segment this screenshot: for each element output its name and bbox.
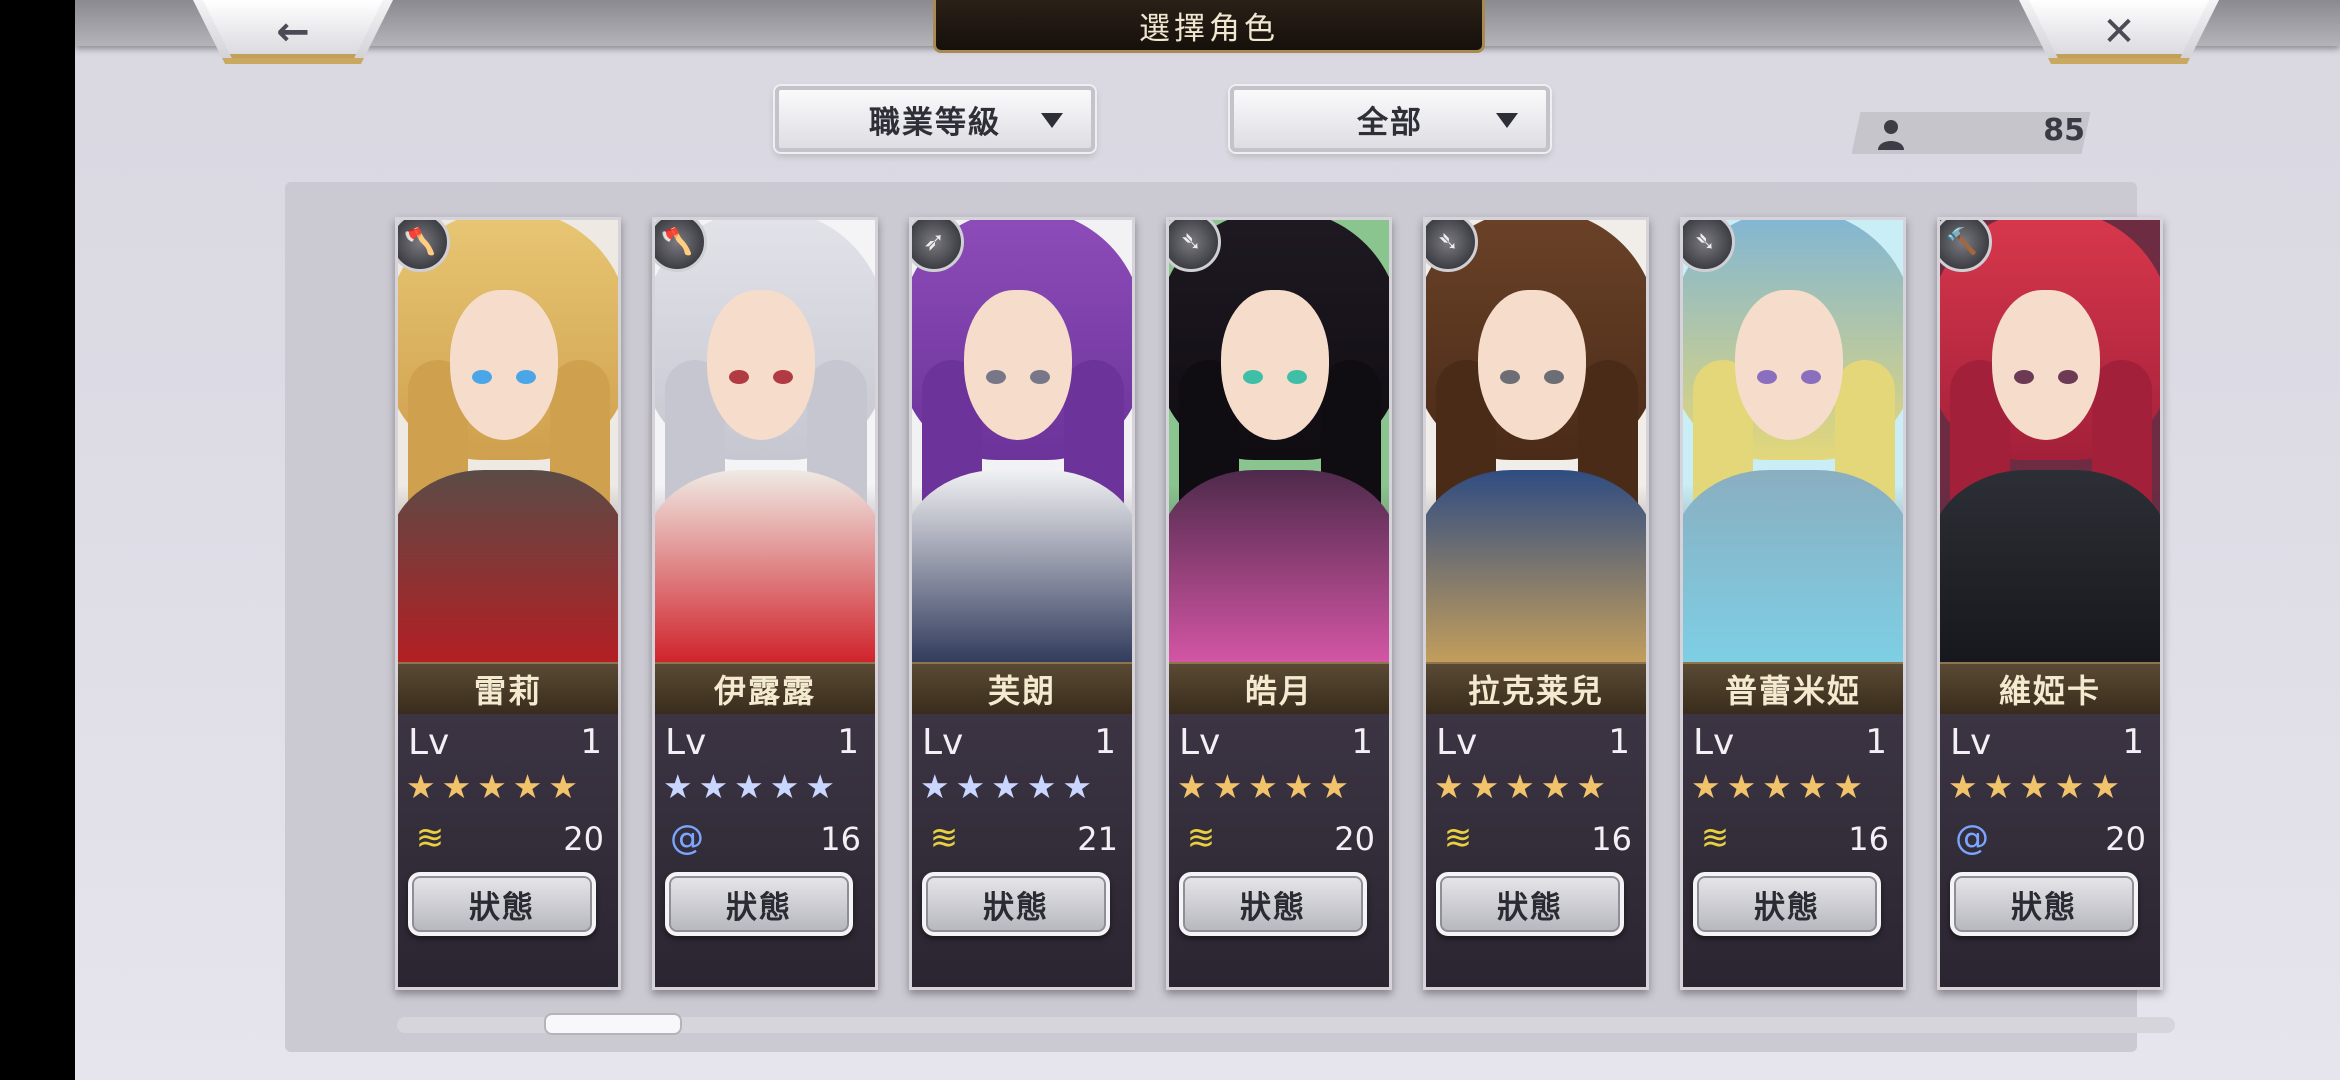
wing-element-icon: ≋ (929, 818, 959, 858)
rarity-stars: ★★★★★ (1691, 767, 1869, 806)
status-button[interactable]: 狀態 (1179, 872, 1367, 936)
person-icon (1878, 120, 1904, 150)
level-label: Lv (1693, 722, 1735, 763)
status-button[interactable]: 狀態 (408, 872, 596, 936)
category-filter[interactable]: 全部 (1230, 86, 1550, 152)
cost-value: 20 (1334, 820, 1375, 858)
wing-element-icon: ≋ (1700, 818, 1730, 858)
level-label: Lv (665, 722, 707, 763)
level-label: Lv (922, 722, 964, 763)
level-label: Lv (1436, 722, 1478, 763)
level-value: 1 (2122, 722, 2144, 762)
rarity-stars: ★★★★★ (1177, 767, 1355, 806)
level-value: 1 (580, 722, 602, 762)
status-button[interactable]: 狀態 (1950, 872, 2138, 936)
character-portrait[interactable]: ➴ (1683, 220, 1903, 662)
level-value: 1 (1865, 722, 1887, 762)
cost-value: 16 (820, 820, 861, 858)
wing-element-icon: ≋ (1186, 818, 1216, 858)
character-card[interactable]: 🪓 伊露露 Lv 1 ★★★★★ @ 16 狀態 (652, 217, 878, 990)
rarity-stars: ★★★★★ (920, 767, 1098, 806)
character-count: 85 (2043, 113, 2085, 148)
level-label: Lv (408, 722, 450, 763)
job-level-filter-label: 職業等級 (869, 104, 1001, 141)
character-portrait[interactable]: ➶ (912, 220, 1132, 662)
wing-element-icon: ≋ (1443, 818, 1473, 858)
character-name: 拉克莱兒 (1426, 662, 1646, 716)
back-button[interactable]: ← (193, 0, 393, 64)
character-name: 芙朗 (912, 662, 1132, 716)
category-filter-label: 全部 (1357, 104, 1423, 141)
character-portrait[interactable]: 🪓 (398, 220, 618, 662)
back-arrow-icon: ← (276, 9, 310, 55)
level-value: 1 (1094, 722, 1116, 762)
character-card[interactable]: ➶ 芙朗 Lv 1 ★★★★★ ≋ 21 狀態 (909, 217, 1135, 990)
cost-value: 16 (1591, 820, 1632, 858)
character-card[interactable]: 🪓 雷莉 Lv 1 ★★★★★ ≋ 20 狀態 (395, 217, 621, 990)
status-button[interactable]: 狀態 (922, 872, 1110, 936)
rarity-stars: ★★★★★ (406, 767, 584, 806)
cost-value: 21 (1077, 820, 1118, 858)
rarity-stars: ★★★★★ (663, 767, 841, 806)
character-portrait[interactable]: 🔨 (1940, 220, 2160, 662)
job-level-filter[interactable]: 職業等級 (775, 86, 1095, 152)
character-card[interactable]: 🔨 維婭卡 Lv 1 ★★★★★ @ 20 狀態 (1937, 217, 2163, 990)
character-card[interactable]: ➴ 皓月 Lv 1 ★★★★★ ≋ 20 狀態 (1166, 217, 1392, 990)
swirl-element-icon: @ (1955, 818, 1989, 858)
level-label: Lv (1179, 722, 1221, 763)
page-title: 選擇角色 (933, 0, 1485, 53)
status-button[interactable]: 狀態 (1693, 872, 1881, 936)
status-button[interactable]: 狀態 (1436, 872, 1624, 936)
swirl-element-icon: @ (670, 818, 704, 858)
cost-value: 20 (563, 820, 604, 858)
chevron-down-icon (1496, 113, 1518, 128)
close-icon: ✕ (2102, 9, 2136, 55)
close-button[interactable]: ✕ (2019, 0, 2219, 64)
level-value: 1 (1351, 722, 1373, 762)
rarity-stars: ★★★★★ (1948, 767, 2126, 806)
wing-element-icon: ≋ (415, 818, 445, 858)
character-card[interactable]: ➴ 普蕾米婭 Lv 1 ★★★★★ ≋ 16 狀態 (1680, 217, 1906, 990)
cost-value: 16 (1848, 820, 1889, 858)
level-value: 1 (837, 722, 859, 762)
rarity-stars: ★★★★★ (1434, 767, 1612, 806)
level-value: 1 (1608, 722, 1630, 762)
character-name: 維婭卡 (1940, 662, 2160, 716)
status-button[interactable]: 狀態 (665, 872, 853, 936)
character-name: 皓月 (1169, 662, 1389, 716)
character-name: 雷莉 (398, 662, 618, 716)
level-label: Lv (1950, 722, 1992, 763)
chevron-down-icon (1041, 113, 1063, 128)
character-portrait[interactable]: 🪓 (655, 220, 875, 662)
character-card[interactable]: ➴ 拉克莱兒 Lv 1 ★★★★★ ≋ 16 狀態 (1423, 217, 1649, 990)
character-portrait[interactable]: ➴ (1426, 220, 1646, 662)
game-screen: ← 選擇角色 ✕ 職業等級 全部 85 🪓 雷莉 Lv 1 ★★★★★ ≋ 20… (75, 0, 2340, 1080)
cost-value: 20 (2105, 820, 2146, 858)
character-portrait[interactable]: ➴ (1169, 220, 1389, 662)
character-name: 伊露露 (655, 662, 875, 716)
character-name: 普蕾米婭 (1683, 662, 1903, 716)
scrollbar-thumb[interactable] (544, 1013, 682, 1035)
